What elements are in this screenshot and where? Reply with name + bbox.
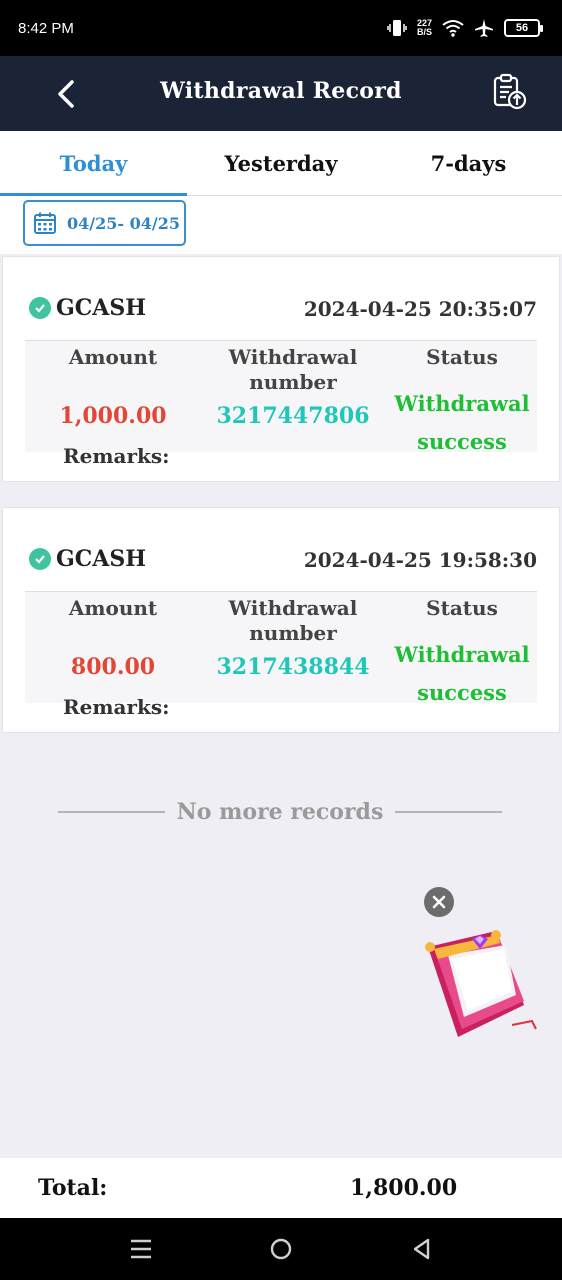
- status-header: Status: [426, 596, 498, 620]
- withdrawal-record-card: GCASH 2024-04-25 19:58:30 Amount Withdra…: [2, 507, 560, 733]
- status-icons: 227 B/S 56: [387, 16, 543, 40]
- status-header: Status: [426, 345, 498, 369]
- provider: GCASH: [29, 295, 146, 321]
- date-range-picker[interactable]: 04/25- 04/25: [23, 200, 186, 246]
- total-value: 1,800.00: [350, 1175, 458, 1201]
- tab-7-days[interactable]: 7-days: [375, 131, 562, 196]
- date-filter-bar: 04/25- 04/25: [0, 196, 562, 254]
- tab-today[interactable]: Today: [0, 131, 187, 196]
- status-bar: 8:42 PM 227 B/S 56: [0, 0, 562, 56]
- status-value-line1: Withdrawal: [394, 642, 530, 667]
- home-circle-icon: [270, 1238, 292, 1260]
- export-record-button[interactable]: [490, 72, 530, 112]
- app-header: Withdrawal Record: [0, 56, 562, 131]
- provider-name: GCASH: [56, 546, 147, 572]
- withdrawal-number-value: 3217447806: [216, 403, 370, 429]
- net-speed-unit: B/S: [416, 27, 432, 37]
- withdrawal-number-header-line1: Withdrawal: [228, 345, 358, 369]
- provider-name: GCASH: [56, 295, 147, 321]
- provider: GCASH: [29, 546, 146, 572]
- status-value-line2: success: [417, 680, 507, 705]
- gcash-icon: [29, 297, 51, 319]
- net-speed: 227 B/S: [417, 19, 432, 37]
- no-more-records: No more records: [58, 796, 503, 828]
- total-label: Total:: [38, 1175, 108, 1201]
- triangle-back-icon: [413, 1238, 430, 1260]
- promo-gift-book-button[interactable]: [420, 925, 544, 1043]
- status-value-line1: Withdrawal: [394, 391, 530, 416]
- amount-header: Amount: [68, 345, 158, 369]
- vibrate-icon: [387, 20, 407, 36]
- divider-left: [58, 811, 165, 813]
- wifi-icon: [442, 20, 464, 37]
- recents-button[interactable]: [125, 1234, 157, 1264]
- close-icon: [432, 895, 446, 909]
- divider-right: [395, 811, 503, 813]
- status-value-line2: success: [417, 429, 507, 454]
- no-more-records-text: No more records: [176, 799, 384, 825]
- battery-icon: 56: [504, 19, 543, 37]
- record-header: GCASH 2024-04-25 19:58:30: [29, 546, 537, 576]
- clipboard-upload-icon: [493, 73, 527, 110]
- status-value: Withdrawal success: [385, 385, 539, 461]
- record-datetime: 2024-04-25 19:58:30: [303, 548, 537, 572]
- system-nav-bar: [0, 1218, 562, 1280]
- calendar-icon: [34, 212, 56, 234]
- withdrawal-number-header-line2: number: [249, 370, 337, 394]
- battery-level: 56: [515, 22, 529, 34]
- close-promo-button[interactable]: [424, 887, 454, 917]
- remarks-label: Remarks:: [63, 695, 170, 719]
- withdrawal-number-header-line2: number: [249, 621, 337, 645]
- remarks-label: Remarks:: [63, 444, 170, 468]
- total-bar: Total: 1,800.00: [0, 1158, 562, 1218]
- record-header: GCASH 2024-04-25 20:35:07: [29, 295, 537, 325]
- amount-value: 800.00: [70, 654, 156, 680]
- home-button[interactable]: [265, 1234, 297, 1264]
- withdrawal-number-header-line1: Withdrawal: [228, 596, 358, 620]
- page-title: Withdrawal Record: [160, 78, 402, 104]
- date-range-label: 04/25- 04/25: [67, 213, 180, 233]
- withdrawal-number-header: Withdrawal number: [201, 596, 385, 646]
- amount-header: Amount: [68, 596, 158, 620]
- tab-yesterday[interactable]: Yesterday: [187, 131, 375, 196]
- gift-book-icon: [425, 930, 537, 1037]
- withdrawal-number-value: 3217438844: [216, 654, 370, 680]
- record-details: Amount Withdrawal number Status 1,000.00…: [25, 340, 537, 454]
- gcash-icon: [29, 548, 51, 570]
- record-details: Amount Withdrawal number Status 800.00 3…: [25, 591, 537, 705]
- airplane-icon: [475, 19, 493, 37]
- status-time: 8:42 PM: [18, 20, 74, 37]
- status-value: Withdrawal success: [385, 636, 539, 712]
- withdrawal-record-card: GCASH 2024-04-25 20:35:07 Amount Withdra…: [2, 256, 560, 482]
- record-datetime: 2024-04-25 20:35:07: [303, 297, 537, 321]
- menu-icon: [131, 1239, 151, 1259]
- date-range-tabs: Today Yesterday 7-days: [0, 131, 562, 196]
- amount-value: 1,000.00: [59, 403, 167, 429]
- back-nav-button[interactable]: [405, 1234, 437, 1264]
- withdrawal-number-header: Withdrawal number: [201, 345, 385, 395]
